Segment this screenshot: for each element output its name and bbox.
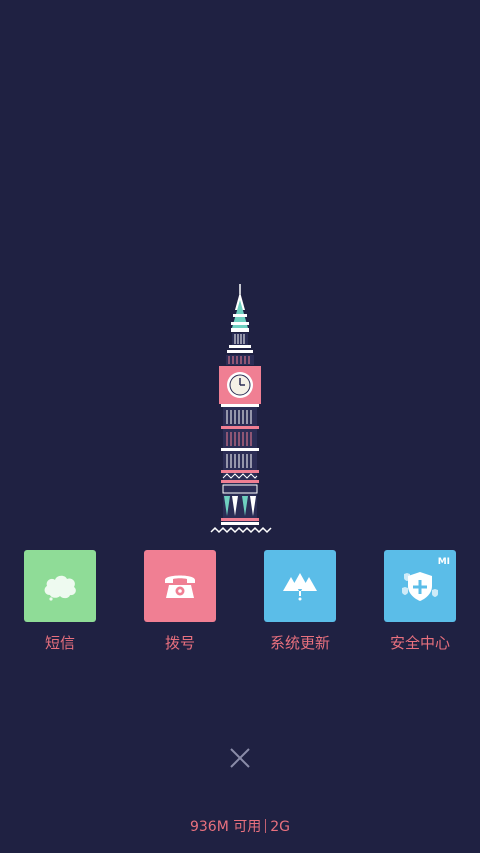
status-divider: [265, 819, 267, 833]
app-dock: 短信 拨号 系统更新 MI 安全中心: [0, 550, 480, 660]
app-phone[interactable]: 拨号: [144, 550, 216, 653]
app-label: 系统更新: [269, 634, 330, 652]
app-icon-tile[interactable]: [144, 550, 216, 622]
update-trees-icon: [283, 573, 317, 601]
app-messages[interactable]: 短信: [24, 550, 96, 653]
memory-status: 936M 可用 2G: [0, 816, 480, 836]
app-label: 安全中心: [389, 634, 450, 652]
app-label: 拨号: [164, 634, 195, 652]
security-shield-icon: [402, 572, 438, 601]
app-icon-tile[interactable]: MI: [384, 550, 456, 622]
big-ben-illustration: [210, 284, 272, 534]
app-label: 短信: [44, 634, 75, 652]
network-type-text: 2G: [270, 819, 291, 835]
app-icon-tile[interactable]: [264, 550, 336, 622]
app-security-center[interactable]: MI 安全中心: [384, 550, 456, 653]
close-icon[interactable]: [224, 742, 256, 774]
app-system-update[interactable]: 系统更新: [264, 550, 336, 653]
phone-icon: [165, 575, 195, 598]
app-icon-tile[interactable]: [24, 550, 96, 622]
memory-available-text: 936M 可用: [189, 819, 262, 835]
message-cloud-icon: [44, 575, 76, 601]
mi-badge: MI: [437, 557, 450, 567]
